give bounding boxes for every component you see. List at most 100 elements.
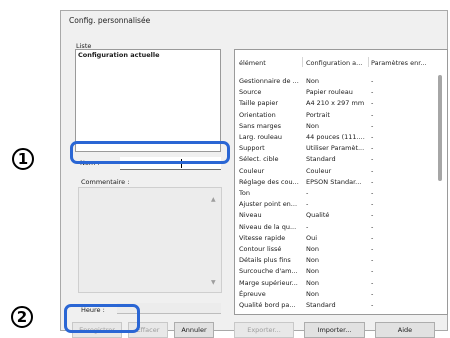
column-header-current[interactable]: Configuration a... (306, 59, 366, 67)
table-cell: Épreuve (239, 289, 266, 298)
table-row[interactable]: Niveau Qualité - (235, 211, 447, 222)
table-cell: - (371, 144, 374, 153)
table-row[interactable]: Qualité bord pa... Standard - (235, 301, 447, 312)
table-row[interactable]: Larg. rouleau 44 pouces (111.... - (235, 133, 447, 144)
table-row[interactable]: Marge supérieur... Non - (235, 279, 447, 290)
settings-table[interactable]: élément Configuration a... Paramètres en… (234, 49, 448, 315)
table-cell: Non (306, 267, 319, 276)
aide-button[interactable]: Aide (375, 322, 435, 338)
table-row[interactable]: Gestionnaire de ... Non - (235, 77, 447, 88)
column-divider (302, 57, 303, 67)
table-cell: A4 210 x 297 mm (306, 99, 365, 108)
table-cell: Orientation (239, 110, 276, 119)
table-cell: - (371, 121, 374, 130)
table-cell: Non (306, 289, 319, 298)
callout-marker-2: 2 (11, 306, 33, 328)
table-cell: Support (239, 144, 265, 153)
list-item[interactable]: Configuration actuelle (78, 51, 160, 59)
table-cell: Papier rouleau (306, 88, 353, 97)
table-cell: - (371, 211, 374, 220)
table-row[interactable]: Couleur Couleur - (235, 167, 447, 178)
table-row[interactable]: Contour lissé Non - (235, 245, 447, 256)
table-cell: Réglage des cou... (239, 177, 299, 186)
table-cell: - (371, 155, 374, 164)
custom-config-dialog: Config. personnalisée Liste Configuratio… (60, 10, 448, 338)
callout-marker-2-label: 2 (16, 308, 28, 326)
table-row[interactable]: Niveau de la qu... - - (235, 223, 447, 234)
table-cell: Surcouche d'am... (239, 267, 298, 276)
callout-marker-1: 1 (12, 148, 34, 170)
table-cell: Ton (239, 189, 250, 197)
table-cell: - (371, 166, 374, 175)
table-cell: Qualité (306, 211, 330, 220)
exporter-button[interactable]: Exporter... (234, 322, 294, 338)
table-cell: Utiliser Paramèt... (306, 144, 365, 153)
table-cell: - (306, 189, 309, 197)
importer-button[interactable]: Importer... (304, 322, 365, 338)
table-cell: Standard (306, 301, 336, 309)
table-row[interactable]: Surcouche d'am... Non - (235, 267, 447, 278)
settings-list[interactable]: Configuration actuelle (75, 49, 221, 152)
table-cell: Non (306, 278, 319, 287)
table-cell: Couleur (239, 166, 265, 175)
dialog-title: Config. personnalisée (69, 16, 151, 25)
table-scrollbar[interactable] (437, 69, 445, 301)
table-cell: - (371, 77, 374, 85)
table-row[interactable]: Sans marges Non - (235, 122, 447, 133)
comment-field[interactable]: ▲ ▼ (78, 187, 222, 293)
table-cell: - (371, 189, 374, 197)
table-cell: - (371, 301, 374, 309)
table-cell: Contour lissé (239, 245, 282, 253)
comment-label: Commentaire : (81, 178, 130, 186)
table-cell: - (371, 110, 374, 119)
table-cell: Ajuster point en... (239, 200, 298, 209)
nom-field-highlight (70, 141, 230, 164)
table-cell: Taille papier (239, 99, 279, 108)
table-cell: - (371, 222, 374, 231)
table-row[interactable]: Support Utiliser Paramèt... - (235, 144, 447, 155)
table-cell: Qualité bord pa... (239, 301, 296, 309)
table-cell: Non (306, 77, 319, 85)
table-cell: Détails plus fins (239, 256, 291, 265)
table-row[interactable]: Ton - - (235, 189, 447, 200)
table-row[interactable]: Épreuve Non - (235, 290, 447, 301)
table-cell: - (371, 256, 374, 265)
table-cell: Vitesse rapide (239, 233, 286, 242)
table-cell: - (371, 245, 374, 253)
table-cell: EPSON Standar... (306, 177, 362, 186)
annuler-button[interactable]: Annuler (174, 322, 214, 338)
column-header-saved[interactable]: Paramètres enr... (371, 59, 433, 67)
callout-marker-1-label: 1 (17, 150, 29, 168)
table-row[interactable]: Source Papier rouleau - (235, 88, 447, 99)
table-cell: Non (306, 121, 319, 130)
column-divider (368, 57, 369, 67)
table-cell: Niveau de la qu... (239, 222, 297, 231)
table-cell: Non (306, 256, 319, 265)
table-cell: Sélect. cible (239, 155, 279, 164)
table-cell: - (371, 200, 374, 209)
scrollbar-thumb[interactable] (438, 75, 442, 181)
table-cell: Portrait (306, 110, 330, 119)
table-row[interactable]: Vitesse rapide Oui - (235, 234, 447, 245)
table-cell: - (371, 233, 374, 242)
table-row[interactable]: Détails plus fins Non - (235, 256, 447, 267)
table-cell: Source (239, 88, 262, 97)
table-cell: Marge supérieur... (239, 278, 298, 287)
table-cell: Sans marges (239, 121, 282, 130)
column-header-element[interactable]: élément (239, 59, 266, 67)
table-row[interactable]: Orientation Portrait - (235, 111, 447, 122)
table-row[interactable]: Réglage des cou... EPSON Standar... - (235, 178, 447, 189)
table-cell: - (371, 88, 374, 97)
scroll-up-arrow-icon[interactable]: ▲ (211, 196, 216, 203)
table-cell: Couleur (306, 166, 332, 175)
table-row[interactable]: Sélect. cible Standard - (235, 155, 447, 166)
table-cell: - (371, 133, 374, 141)
table-cell: - (306, 200, 309, 209)
table-row[interactable]: Ajuster point en... - - (235, 200, 447, 211)
table-cell: - (306, 222, 309, 231)
table-cell: Niveau (239, 211, 262, 220)
scroll-down-arrow-icon[interactable]: ▼ (211, 279, 216, 286)
table-row[interactable]: Taille papier A4 210 x 297 mm - (235, 99, 447, 110)
table-cell: Oui (306, 233, 318, 242)
table-cell: Gestionnaire de ... (239, 77, 299, 85)
